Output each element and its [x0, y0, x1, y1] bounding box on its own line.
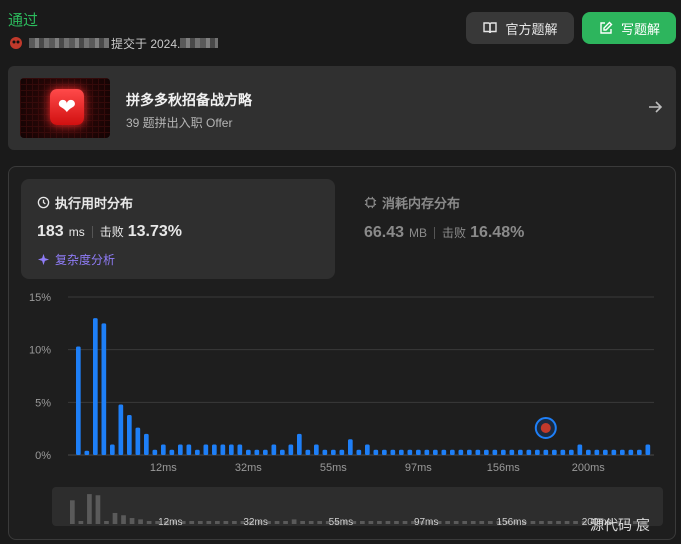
arrow-right-icon: [649, 101, 663, 113]
runtime-unit: ms: [68, 225, 85, 239]
runtime-title-text: 执行用时分布: [55, 196, 134, 211]
runtime-card[interactable]: 执行用时分布 183 ms 击败 13.73% 复杂度分析: [21, 179, 335, 279]
chip-icon: [364, 196, 377, 209]
runtime-beat-value: 13.73%: [127, 223, 182, 240]
memory-metric: 66.43 MB 击败 16.48%: [364, 224, 524, 242]
official-solution-label: 官方题解: [505, 21, 558, 37]
banner-title: 拼多多秋招备战方略: [126, 92, 252, 108]
submitted-time: 提交于 2024.: [111, 36, 181, 51]
write-solution-label: 写题解: [620, 21, 660, 37]
memory-tab[interactable]: 消耗内存分布: [364, 193, 460, 212]
banner-subtitle: 39 题拼出入职 Offer: [126, 116, 233, 130]
redacted-time: [180, 38, 219, 48]
heart-icon: ❤: [50, 89, 84, 125]
watermark: 源代码 宸: [590, 517, 650, 533]
runtime-title: 执行用时分布: [37, 193, 133, 212]
sparkle-icon: [37, 253, 50, 266]
complexity-label: 复杂度分析: [55, 253, 116, 267]
edit-icon: [600, 21, 613, 34]
chart-range-scroller[interactable]: [52, 487, 663, 526]
runtime-metric: 183 ms 击败 13.73%: [37, 223, 182, 241]
study-plan-banner[interactable]: ❤ 拼多多秋招备战方略 39 题拼出入职 Offer: [8, 66, 676, 150]
banner-image: ❤: [20, 78, 110, 138]
runtime-beat-label: 击败: [99, 225, 124, 239]
memory-beat-value: 16.48%: [470, 224, 525, 241]
submission-meta: 提交于 2024.: [8, 34, 220, 52]
memory-title-text: 消耗内存分布: [382, 196, 461, 211]
memory-value: 66.43: [364, 224, 405, 241]
status-accepted: 通过: [8, 12, 39, 29]
redacted-username: [29, 38, 109, 48]
clock-icon: [37, 196, 50, 209]
book-icon: [483, 22, 498, 34]
memory-beat-label: 击败: [442, 226, 467, 240]
memory-unit: MB: [409, 226, 428, 240]
official-solution-button[interactable]: 官方题解: [466, 12, 574, 44]
complexity-analysis-link[interactable]: 复杂度分析: [37, 251, 115, 268]
avatar: [10, 37, 22, 49]
runtime-value: 183: [37, 223, 64, 240]
write-solution-button[interactable]: 写题解: [582, 12, 676, 44]
